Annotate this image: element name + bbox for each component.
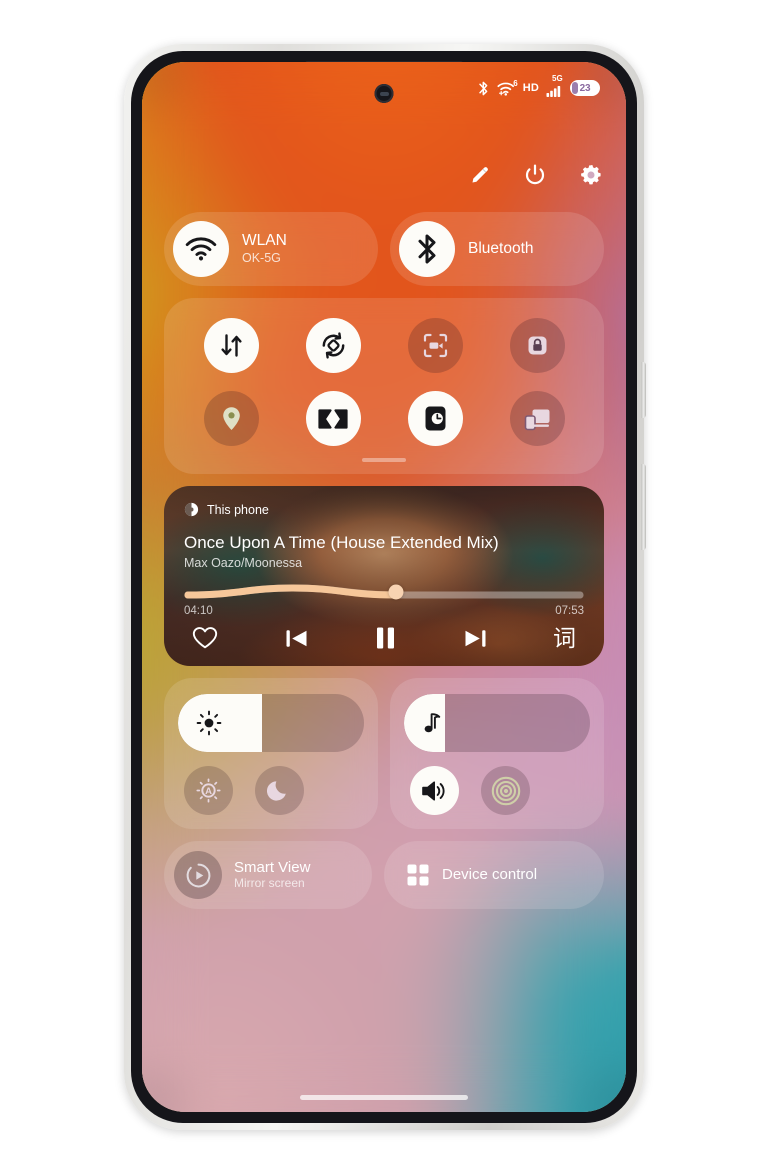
device-control-labels: Device control — [442, 866, 537, 883]
media-elapsed-time: 04:10 — [184, 605, 213, 618]
pause-icon[interactable] — [374, 625, 397, 651]
media-player-body: This phone Once Upon A Time (House Exten… — [164, 486, 604, 666]
bluetooth-title: Bluetooth — [468, 240, 534, 258]
settings-icon[interactable] — [578, 162, 604, 188]
status-bar: 6 HD 5G 23 — [142, 62, 626, 114]
grid-dots-icon — [406, 863, 430, 887]
cast-devices-icon — [524, 409, 549, 430]
svg-text:A: A — [205, 786, 212, 797]
bottom-actions-row: Smart View Mirror screen Device control — [164, 841, 604, 909]
previous-track-icon[interactable] — [284, 627, 309, 650]
favorite-heart-icon[interactable] — [192, 626, 218, 650]
brightness-subcontrols: A — [178, 766, 364, 815]
volume-side-button[interactable] — [641, 464, 646, 550]
phone-bezel: 6 HD 5G 23 WLAN OK-5G Bluetooth This pho… — [131, 51, 637, 1123]
auto-brightness-icon[interactable]: A — [184, 766, 233, 815]
panel-drag-handle[interactable] — [362, 458, 406, 462]
toggle-grid — [164, 298, 604, 474]
bluetooth-tile[interactable]: Bluetooth — [390, 212, 604, 286]
bluetooth-icon — [477, 81, 490, 96]
wlan-title: WLAN — [242, 232, 287, 250]
quick-settings-actions — [468, 162, 604, 188]
lock-icon — [528, 336, 546, 355]
toggle-always-on-display[interactable] — [407, 391, 463, 446]
navigation-gesture-bar[interactable] — [300, 1095, 468, 1100]
toggle-auto-rotate[interactable] — [305, 318, 361, 373]
media-controls: 词 — [184, 625, 584, 651]
wifi-icon: 6 — [497, 78, 518, 96]
speaker-output-icon — [184, 502, 199, 517]
vibration-icon[interactable] — [481, 766, 530, 815]
volume-card — [390, 678, 604, 829]
dolby-icon — [318, 408, 348, 429]
toggle-screen-cast[interactable] — [509, 391, 565, 446]
power-side-button[interactable] — [641, 362, 646, 418]
media-source-label: This phone — [207, 502, 269, 517]
media-progress-bar[interactable] — [184, 584, 584, 600]
bluetooth-icon — [399, 221, 455, 277]
smart-view-tile[interactable]: Smart View Mirror screen — [164, 841, 372, 909]
toggle-grid-row-1 — [180, 318, 588, 373]
next-track-icon[interactable] — [463, 627, 488, 650]
quick-settings-panel: WLAN OK-5G Bluetooth This phone Once Upo… — [164, 212, 604, 909]
brightness-icon — [196, 710, 222, 736]
location-pin-icon — [222, 407, 240, 430]
edit-icon[interactable] — [468, 163, 492, 187]
battery-indicator: 23 — [570, 80, 600, 96]
sliders-row: A — [164, 678, 604, 829]
auto-rotate-icon — [322, 332, 344, 359]
device-control-tile[interactable]: Device control — [384, 841, 604, 909]
smart-view-icon — [174, 851, 222, 899]
signal-bars-icon: 5G — [546, 74, 563, 97]
lyrics-icon[interactable]: 词 — [553, 626, 576, 650]
device-control-title: Device control — [442, 866, 538, 884]
music-note-icon — [422, 710, 444, 736]
wlan-tile[interactable]: WLAN OK-5G — [164, 212, 378, 286]
media-times: 04:10 07:53 — [184, 605, 584, 617]
wlan-subtitle: OK-5G — [242, 251, 281, 266]
media-duration-time: 07:53 — [555, 605, 584, 618]
battery-level-label: 23 — [579, 82, 591, 94]
screen-record-icon — [423, 333, 447, 358]
smart-view-subtitle: Mirror screen — [234, 876, 305, 891]
volume-subcontrols — [404, 766, 590, 815]
clock-panel-icon — [425, 406, 445, 431]
moon-icon[interactable] — [255, 766, 304, 815]
network-type-label: 5G — [552, 73, 563, 83]
speaker-icon[interactable] — [410, 766, 459, 815]
volume-slider[interactable] — [404, 694, 590, 752]
progress-track — [184, 584, 584, 599]
phone-device-frame: 6 HD 5G 23 WLAN OK-5G Bluetooth This pho… — [124, 44, 646, 1130]
toggle-location[interactable] — [203, 391, 259, 446]
power-icon[interactable] — [522, 162, 548, 188]
bluetooth-labels: Bluetooth — [468, 240, 534, 258]
progress-knob[interactable] — [388, 584, 404, 600]
smart-view-labels: Smart View Mirror screen — [234, 859, 310, 891]
hd-label: HD — [522, 81, 539, 94]
media-output-source[interactable]: This phone — [184, 502, 584, 517]
media-player: This phone Once Upon A Time (House Exten… — [164, 486, 604, 666]
brightness-slider[interactable] — [178, 694, 364, 752]
media-artist: Max Oazo/Moonessa — [184, 556, 303, 571]
toggle-mobile-data[interactable] — [203, 318, 259, 373]
screenshot-canvas: 6 HD 5G 23 WLAN OK-5G Bluetooth This pho… — [0, 0, 768, 1169]
toggle-grid-row-2 — [180, 391, 588, 446]
brightness-card: A — [164, 678, 378, 829]
smart-view-title: Smart View — [234, 858, 311, 876]
wifi-icon — [173, 221, 229, 277]
connectivity-row: WLAN OK-5G Bluetooth — [164, 212, 604, 286]
media-title: Once Upon A Time (House Extended Mix) — [184, 533, 499, 552]
data-transfer-icon — [220, 334, 242, 357]
wifi-generation-label: 6 — [513, 78, 518, 88]
wlan-labels: WLAN OK-5G — [242, 232, 287, 265]
toggle-screen-lock[interactable] — [509, 318, 565, 373]
phone-screen: 6 HD 5G 23 WLAN OK-5G Bluetooth This pho… — [142, 62, 626, 1112]
toggle-dolby-atmos[interactable] — [305, 391, 361, 446]
toggle-screen-recorder[interactable] — [407, 318, 463, 373]
